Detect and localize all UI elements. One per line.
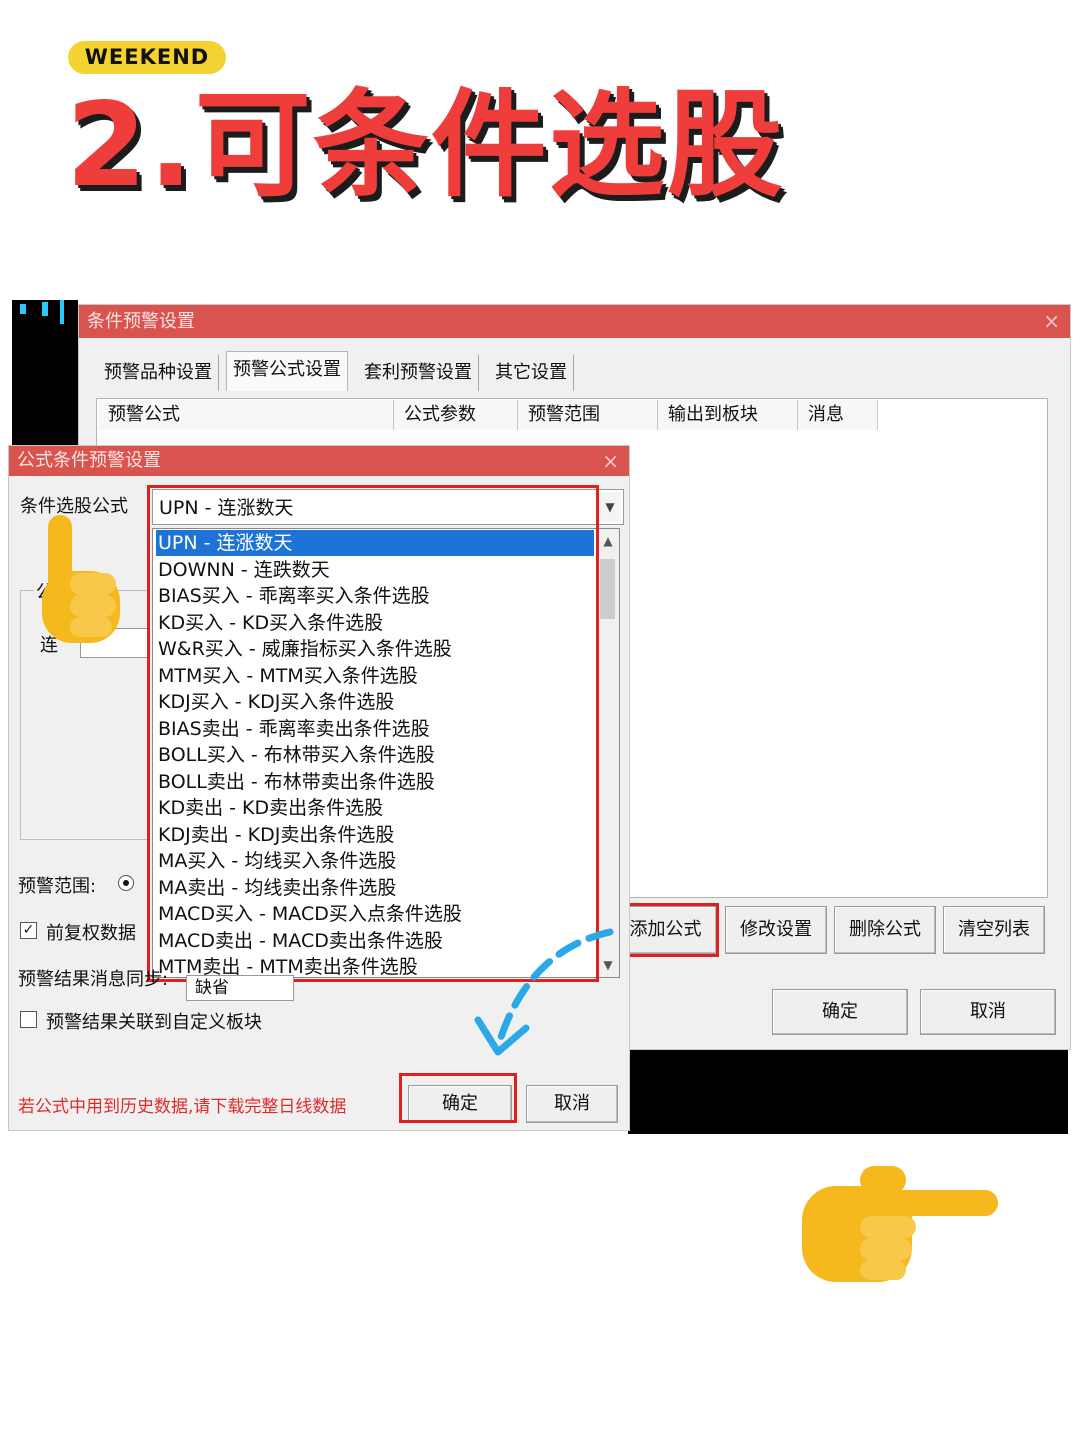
delete-formula-button[interactable]: 删除公式 bbox=[834, 906, 936, 954]
dialog-titlebar: 公式条件预警设置 × bbox=[9, 446, 629, 476]
clear-list-button[interactable]: 清空列表 bbox=[943, 906, 1045, 954]
window-title: 条件预警设置 bbox=[87, 311, 195, 332]
link-checkbox[interactable] bbox=[20, 1011, 37, 1028]
highlight-formula-list bbox=[147, 485, 599, 982]
range-radio[interactable] bbox=[118, 875, 134, 891]
tab-formula-settings[interactable]: 预警公式设置 bbox=[226, 351, 348, 391]
adjust-label: 前复权数据 bbox=[46, 923, 136, 944]
range-label: 预警范围: bbox=[18, 876, 97, 897]
back-ok-button[interactable]: 确定 bbox=[772, 989, 908, 1035]
pointing-hand-icon bbox=[42, 515, 120, 643]
pointing-right-hand-icon bbox=[802, 1166, 998, 1282]
scroll-up-icon[interactable]: ▲ bbox=[597, 529, 619, 553]
tab-variety-settings[interactable]: 预警品种设置 bbox=[98, 355, 219, 391]
link-label: 预警结果关联到自定义板块 bbox=[46, 1012, 262, 1033]
tab-arbitrage-settings[interactable]: 套利预警设置 bbox=[358, 355, 479, 391]
column-header-output-block[interactable]: 输出到板块 bbox=[658, 400, 798, 430]
dialog-cancel-button[interactable]: 取消 bbox=[526, 1085, 618, 1123]
sync-select[interactable]: 缺省 bbox=[186, 975, 294, 1001]
column-header-range[interactable]: 预警范围 bbox=[518, 400, 658, 430]
chevron-down-icon[interactable]: ▼ bbox=[598, 492, 621, 522]
weekend-badge: WEEKEND bbox=[68, 41, 226, 74]
adjust-checkbox[interactable]: ✓ bbox=[20, 922, 37, 939]
history-data-warning: 若公式中用到历史数据,请下载完整日线数据 bbox=[18, 1097, 347, 1117]
dialog-title: 公式条件预警设置 bbox=[17, 450, 161, 471]
chart-background bbox=[12, 300, 78, 460]
column-header-message[interactable]: 消息 bbox=[798, 400, 878, 430]
close-icon[interactable]: × bbox=[1043, 305, 1060, 338]
page-title: 2.可条件选股 bbox=[66, 78, 785, 213]
dialog-close-icon[interactable]: × bbox=[602, 446, 619, 476]
tab-other-settings[interactable]: 其它设置 bbox=[489, 355, 574, 391]
dropdown-scrollbar[interactable]: ▲ ▼ bbox=[596, 529, 619, 977]
chart-background-lower bbox=[628, 1050, 1068, 1134]
window-titlebar: 条件预警设置 × bbox=[79, 305, 1070, 338]
column-header-params[interactable]: 公式参数 bbox=[394, 400, 518, 430]
sync-label: 预警结果消息同步: bbox=[18, 969, 169, 990]
back-cancel-button[interactable]: 取消 bbox=[920, 989, 1056, 1035]
highlight-ok bbox=[399, 1073, 517, 1123]
column-header-formula[interactable]: 预警公式 bbox=[98, 400, 394, 430]
curved-dashed-arrow-icon bbox=[474, 928, 614, 1056]
sync-select-value: 缺省 bbox=[195, 978, 229, 998]
scroll-thumb[interactable] bbox=[600, 559, 615, 619]
modify-settings-button[interactable]: 修改设置 bbox=[725, 906, 827, 954]
